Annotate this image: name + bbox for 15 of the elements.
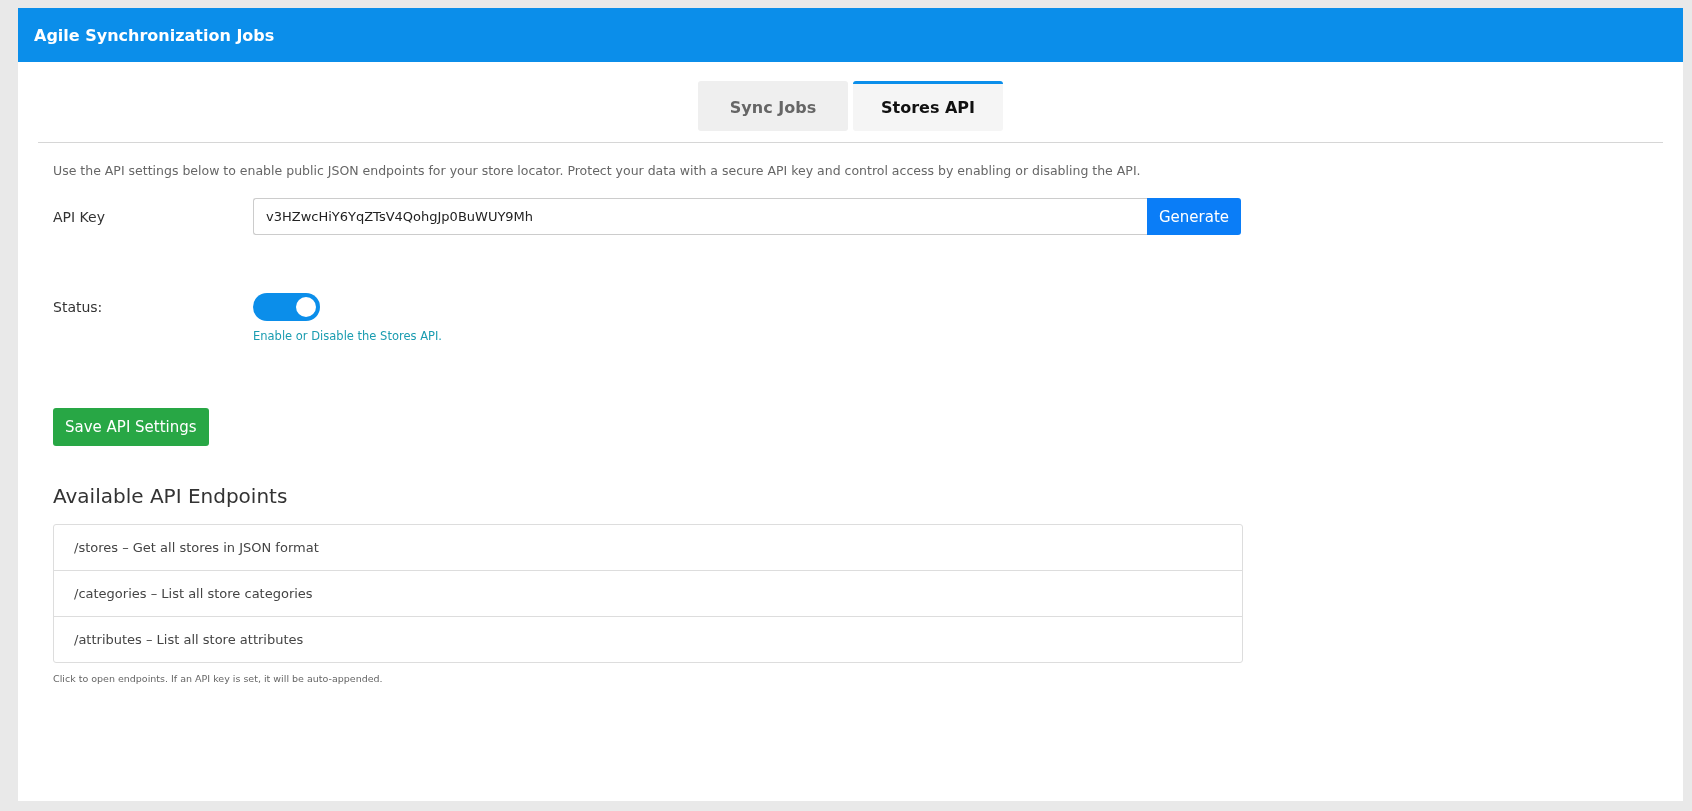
api-key-field[interactable]: v3HZwcHiY6YqZTsV4QohgJp0BuWUY9Mh bbox=[253, 198, 1147, 235]
api-key-label: API Key bbox=[53, 208, 106, 225]
endpoint-item[interactable]: /stores – Get all stores in JSON format bbox=[54, 525, 1242, 570]
status-help-text: Enable or Disable the Stores API. bbox=[253, 329, 442, 343]
endpoints-note: Click to open endpoints. If an API key is set, it will be auto-appended. bbox=[53, 673, 384, 684]
generate-button[interactable]: Generate bbox=[1146, 198, 1241, 235]
header-title: Agile Synchronization Jobs bbox=[34, 25, 275, 45]
endpoint-item[interactable]: /attributes – List all store attributes bbox=[54, 616, 1242, 662]
endpoints-heading: Available API Endpoints bbox=[53, 484, 289, 508]
status-label: Status: bbox=[53, 299, 104, 315]
endpoint-item[interactable]: /categories – List all store categories bbox=[54, 570, 1242, 616]
description-text: Use the API settings below to enable public JSON endpoints for your store locator. Protect your data with a secure API key and control access by enabling or disabling the API. bbox=[53, 163, 1142, 178]
tab[interactable]: Sync Jobs bbox=[698, 81, 848, 131]
status-toggle[interactable] bbox=[253, 293, 320, 321]
tab[interactable]: Stores API bbox=[853, 81, 1003, 131]
